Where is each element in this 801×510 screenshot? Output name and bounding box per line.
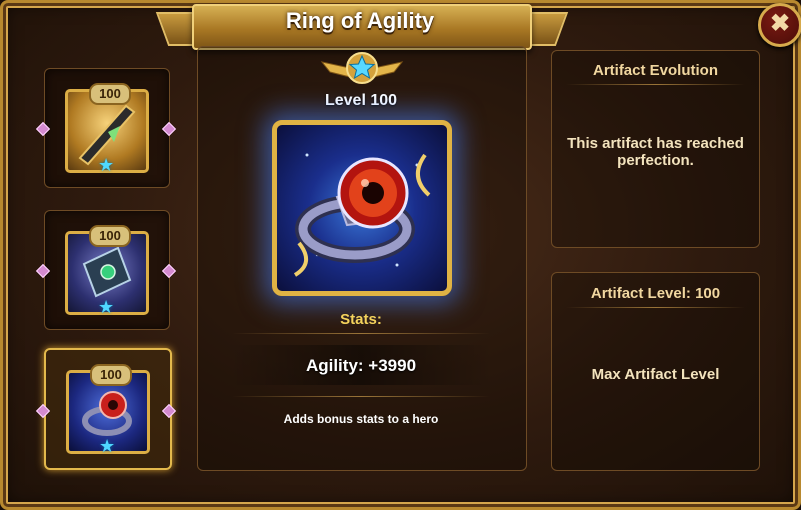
artifact-slot-book[interactable]: 100 ★ — [44, 210, 170, 330]
agility-stat: Agility: +3990 — [305, 356, 417, 375]
window-title: Ring of Agility — [285, 8, 435, 33]
ring-of-agility-art — [293, 153, 431, 277]
artifact-level-heading: Artifact Level: 100 — [590, 285, 721, 302]
close-button[interactable]: ✖ — [758, 3, 801, 47]
star-rank-badge — [320, 52, 404, 84]
divider — [232, 396, 490, 397]
divider — [566, 84, 745, 85]
ring-of-agility-icon — [272, 120, 452, 296]
artifact-level-panel: Artifact Level: 100 Max Artifact Level — [551, 272, 760, 471]
artifact-level-text: Level 100 — [324, 92, 398, 109]
star-icon: ★ — [98, 297, 115, 317]
slot-level-badge: 100 — [90, 364, 132, 386]
evolution-panel: Artifact Evolution This artifact has rea… — [551, 50, 760, 248]
artifact-description: Adds bonus stats to a hero — [283, 412, 439, 426]
star-icon: ★ — [99, 436, 116, 456]
slot-level-badge: 100 — [89, 83, 131, 105]
evolution-message: This artifact has reached perfection. — [567, 135, 744, 169]
artifact-slot-weapon[interactable]: 100 ★ — [44, 68, 170, 188]
divider — [232, 333, 490, 334]
star-icon: ★ — [98, 155, 115, 175]
evolution-heading: Artifact Evolution — [592, 62, 718, 79]
max-level-message: Max Artifact Level — [591, 366, 720, 383]
stats-heading: Stats: — [340, 311, 382, 328]
divider — [566, 307, 745, 308]
slot-level-badge: 100 — [89, 225, 131, 247]
artifact-slot-ring[interactable]: 100 ★ — [44, 348, 172, 470]
close-icon: ✖ — [769, 10, 791, 37]
